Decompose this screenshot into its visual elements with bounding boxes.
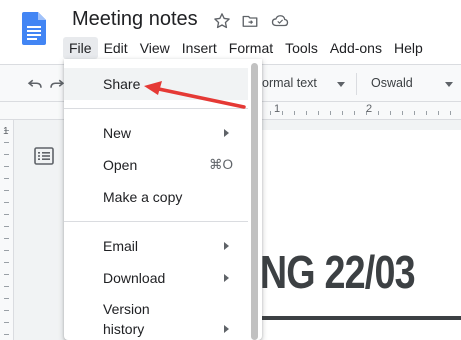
submenu-arrow-icon bbox=[224, 242, 229, 250]
toolbar-divider bbox=[356, 73, 357, 95]
submenu-arrow-icon bbox=[224, 129, 229, 137]
paragraph-style-select[interactable]: ormal text bbox=[262, 76, 317, 90]
menu-item-label: Version bbox=[103, 301, 150, 317]
menu-item-label: Email bbox=[103, 238, 139, 254]
menu-edit[interactable]: Edit bbox=[98, 37, 134, 59]
vertical-ruler[interactable]: 1 bbox=[0, 120, 14, 340]
menu-item-label: Share bbox=[103, 76, 141, 92]
menu-scrollbar[interactable] bbox=[251, 63, 258, 340]
submenu-arrow-icon bbox=[224, 274, 229, 282]
menu-file[interactable]: File bbox=[63, 37, 98, 59]
chevron-down-icon[interactable] bbox=[337, 82, 345, 87]
annotation-arrow bbox=[144, 81, 246, 109]
menu-add-ons[interactable]: Add-ons bbox=[324, 37, 388, 59]
menu-item-label: Open bbox=[103, 157, 138, 173]
menu-bar: File Edit View Insert Format Tools Add-o… bbox=[63, 36, 429, 60]
menu-item-email[interactable]: Email bbox=[64, 230, 248, 262]
font-select[interactable]: Oswald bbox=[371, 76, 413, 90]
menu-format[interactable]: Format bbox=[223, 37, 279, 59]
menu-item-make-a-copy[interactable]: Make a copy bbox=[64, 181, 248, 213]
docs-logo-icon[interactable] bbox=[22, 12, 46, 45]
ruler-number: 1 bbox=[274, 103, 281, 115]
menu-item-label: New bbox=[103, 125, 132, 141]
keyboard-shortcut: ⌘O bbox=[209, 157, 234, 172]
move-to-folder-icon[interactable] bbox=[241, 12, 259, 30]
menu-item-download[interactable]: Download bbox=[64, 262, 248, 294]
menu-item-version-history[interactable]: Version history bbox=[64, 298, 248, 340]
ruler-number: 2 bbox=[366, 103, 373, 115]
menu-help[interactable]: Help bbox=[388, 37, 429, 59]
menu-item-label: history bbox=[103, 321, 145, 337]
menu-item-open[interactable]: Open ⌘O bbox=[64, 149, 248, 181]
menu-item-new[interactable]: New bbox=[64, 117, 248, 149]
menu-tools[interactable]: Tools bbox=[279, 37, 324, 59]
submenu-arrow-icon bbox=[224, 325, 229, 333]
menu-item-label: Download bbox=[103, 270, 166, 286]
menu-divider bbox=[64, 221, 248, 222]
star-icon[interactable] bbox=[213, 12, 231, 30]
menu-item-label: Make a copy bbox=[103, 189, 183, 205]
undo-icon[interactable] bbox=[26, 75, 44, 93]
menu-insert[interactable]: Insert bbox=[176, 37, 223, 59]
document-outline-icon[interactable] bbox=[34, 147, 54, 165]
ruler-ticks bbox=[4, 130, 9, 340]
ruler-ticks bbox=[258, 111, 461, 115]
document-title[interactable]: Meeting notes bbox=[72, 8, 198, 31]
menu-view[interactable]: View bbox=[134, 37, 176, 59]
ruler-number: 1 bbox=[3, 126, 9, 137]
chevron-down-icon[interactable] bbox=[445, 82, 453, 87]
cloud-status-icon[interactable] bbox=[271, 12, 289, 30]
